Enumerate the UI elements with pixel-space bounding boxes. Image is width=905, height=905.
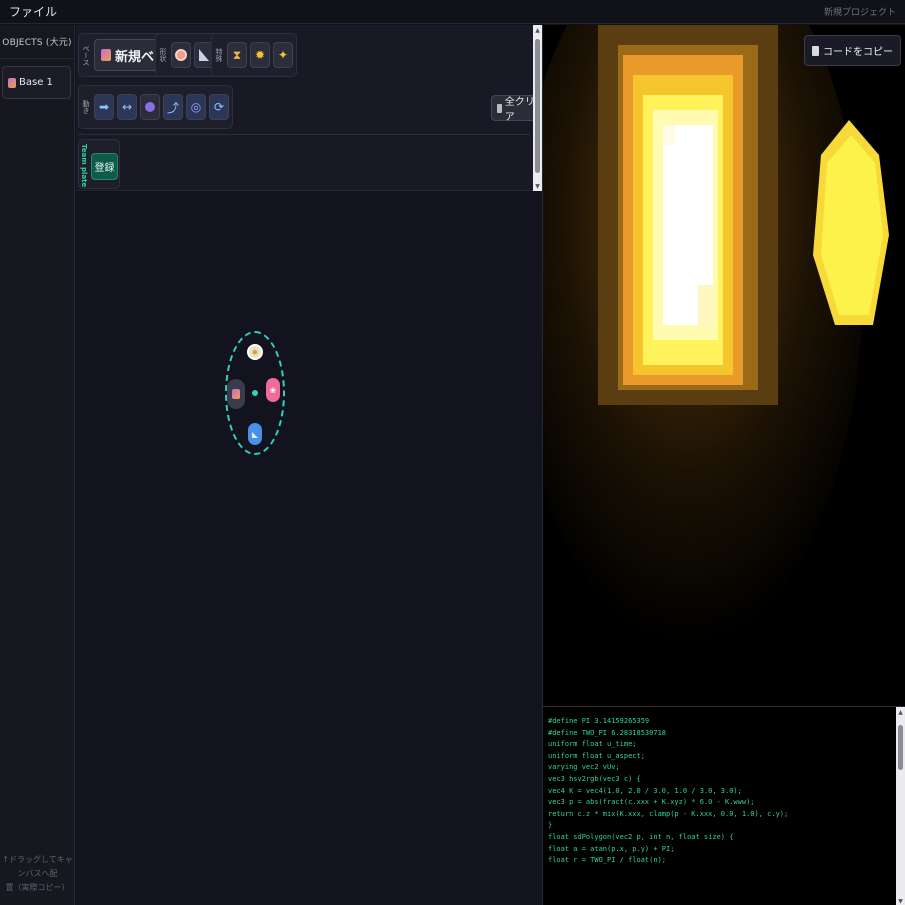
editor-canvas[interactable]: ✹ ❀ ◣ [76, 192, 542, 905]
arrow-right-icon: ➡ [98, 100, 110, 114]
toolbar-panel: ベース 新規ベース 形状 特殊 ⧗ ✹ ✦ 動き ➡ ↔ ⤴ ◎ ⟳ 全クリア … [76, 25, 542, 191]
menu-bar: ファイル 新規プロジェクト [0, 0, 905, 24]
code-line: } [548, 821, 553, 830]
triangle-node-icon: ◣ [251, 429, 259, 439]
motion-group-label: 動き [82, 100, 90, 114]
copy-code-label: コードをコピー [823, 47, 893, 58]
shape-group: 形状 [155, 33, 218, 77]
effect-group-label: 特殊 [215, 48, 223, 62]
trash-icon [497, 103, 502, 113]
code-line: #define PI 3.14159265359 [548, 717, 650, 725]
spiral-icon: ◎ [190, 100, 202, 114]
sparkle-icon: ✦ [277, 48, 289, 62]
toolbar-scrollbar[interactable]: ▲ ▼ [533, 25, 542, 191]
code-scroll-down-icon[interactable]: ▼ [896, 896, 905, 905]
spiral-button[interactable]: ◎ [186, 94, 206, 120]
clipboard-icon [812, 45, 819, 56]
drag-hint: ↑ドラッグしてキャンバスへ配 置（実際コピー） [0, 853, 75, 895]
team-plate-label: Team plate [80, 144, 88, 188]
toolbar-scroll-thumb[interactable] [535, 39, 540, 173]
code-scrollbar[interactable]: ▲ ▼ [896, 707, 905, 905]
objects-sidebar: OBJECTS (大元) Base 1 ↑ドラッグしてキャンバスへ配 置（実際コ… [0, 25, 75, 905]
palette-node-icon: ❀ [269, 385, 277, 395]
triangle-ruler-icon [199, 49, 209, 61]
palette-tool-button[interactable] [171, 42, 191, 68]
hourglass-tool-button[interactable]: ⧗ [227, 42, 247, 68]
base-node-icon [232, 389, 240, 399]
move-both-button[interactable]: ↔ [117, 94, 137, 120]
sun-node[interactable]: ✹ [247, 344, 263, 360]
rotate-button[interactable]: ⟳ [209, 94, 229, 120]
project-name[interactable]: 新規プロジェクト [824, 5, 896, 18]
preview-render [543, 25, 905, 706]
code-line: vec3 p = abs(fract(c.xxx + K.xyz) * 6.0 … [548, 798, 755, 807]
code-line: float a = atan(p.x, p.y) + PI; [548, 844, 675, 853]
base-object-icon [8, 77, 16, 88]
code-line: varying vec2 vUv; [548, 763, 620, 772]
code-scroll-up-icon[interactable]: ▲ [896, 707, 905, 717]
register-button[interactable]: 登録 [91, 153, 118, 180]
center-anchor[interactable] [252, 390, 258, 396]
shape-group-label: 形状 [159, 48, 167, 62]
rotate-icon: ⟳ [213, 100, 225, 114]
orb-icon [145, 102, 155, 112]
copy-code-button[interactable]: コードをコピー [804, 35, 901, 66]
hourglass-icon: ⧗ [232, 47, 242, 62]
jump-arrow-icon: ⤴ [166, 100, 179, 115]
shader-preview[interactable]: コードをコピー [542, 25, 905, 706]
pulse-button[interactable] [140, 94, 160, 120]
code-panel[interactable]: #define PI 3.14159265359 #define TWO_PI … [542, 706, 905, 905]
sparkle-tool-button[interactable]: ✦ [273, 42, 293, 68]
jump-button[interactable]: ⤴ [163, 94, 183, 120]
sun-node-icon: ✹ [251, 347, 259, 357]
drag-hint-line-1: ↑ドラッグしてキャンバスへ配 [2, 855, 73, 878]
clear-all-label: 全クリア [504, 97, 535, 123]
code-line: return c.z * mix(K.xxx, clamp(p - K.xxx,… [548, 809, 789, 818]
objects-title: OBJECTS (大元) [0, 25, 74, 59]
file-menu[interactable]: ファイル [9, 3, 57, 20]
code-line: vec4 K = vec4(1.0, 2.0 / 3.0, 1.0 / 3.0,… [548, 786, 742, 795]
triangle-node[interactable]: ◣ [248, 423, 262, 445]
team-plate-group: Team plate 登録 [78, 139, 120, 189]
sun-tool-button[interactable]: ✹ [250, 42, 270, 68]
code-line: uniform float u_aspect; [548, 751, 645, 760]
code-line: float r = TWO_PI / float(n); [548, 856, 667, 865]
scroll-up-icon[interactable]: ▲ [533, 25, 542, 35]
move-right-button[interactable]: ➡ [94, 94, 114, 120]
object-item-base-1[interactable]: Base 1 [2, 66, 71, 99]
code-scroll-thumb[interactable] [898, 725, 903, 770]
object-item-label: Base 1 [19, 77, 53, 88]
palette-icon [175, 49, 187, 61]
toolbar-divider [78, 134, 530, 135]
code-line: float sdPolygon(vec2 p, int n, float siz… [548, 832, 734, 841]
base-node[interactable] [227, 379, 245, 409]
scroll-down-icon[interactable]: ▼ [533, 181, 542, 191]
register-label: 登録 [94, 163, 115, 174]
sun-icon: ✹ [254, 48, 266, 62]
code-lines: #define PI 3.14159265359 #define TWO_PI … [543, 707, 905, 867]
palette-node[interactable]: ❀ [266, 378, 280, 402]
base-group-label: ベース [82, 44, 90, 66]
new-base-icon [101, 49, 111, 61]
code-line: uniform float u_time; [548, 740, 637, 749]
code-line: vec3 hsv2rgb(vec3 c) { [548, 774, 641, 783]
arrows-horizontal-icon: ↔ [121, 100, 133, 114]
code-line: #define TWO_PI 6.28318530718 [548, 728, 667, 737]
effect-group: 特殊 ⧗ ✹ ✦ [211, 33, 297, 77]
drag-hint-line-2: 置（実際コピー） [5, 883, 70, 892]
motion-group: 動き ➡ ↔ ⤴ ◎ ⟳ [78, 85, 233, 129]
